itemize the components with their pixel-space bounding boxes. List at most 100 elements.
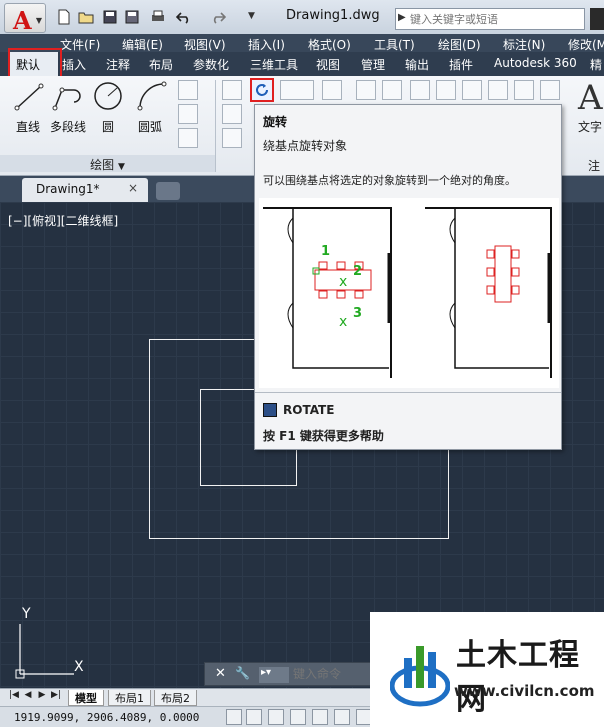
new-tab-button[interactable] [156, 182, 180, 200]
layer-tool-button-5[interactable] [462, 80, 482, 100]
tab-parametric[interactable]: 参数化 [193, 56, 229, 73]
close-icon[interactable]: × [128, 181, 138, 195]
infer-constraints-toggle[interactable] [226, 709, 242, 725]
menu-file[interactable]: 文件(F) [60, 36, 100, 53]
polar-toggle[interactable] [312, 709, 328, 725]
menu-dimension[interactable]: 标注(N) [503, 36, 545, 53]
move-tool-button[interactable] [222, 80, 242, 100]
application-menu-button[interactable]: A ▼ [4, 3, 46, 35]
tab-3d-tools[interactable]: 三维工具 [250, 56, 298, 73]
menu-edit[interactable]: 编辑(E) [122, 36, 163, 53]
open-folder-icon[interactable] [78, 9, 94, 25]
civilcn-logo-icon [390, 646, 450, 707]
trim-tool-button[interactable] [280, 80, 314, 100]
layer-tool-button-7[interactable] [514, 80, 534, 100]
command-line: ✕ 🔧 ▸▾ [204, 662, 372, 686]
first-tab-icon[interactable]: |◀ [8, 690, 20, 704]
new-file-icon[interactable] [56, 9, 72, 25]
layer-tool-button-3[interactable] [410, 80, 430, 100]
copy-tool-button[interactable] [222, 104, 242, 124]
print-icon[interactable] [150, 9, 166, 25]
tab-insert[interactable]: 插入 [62, 56, 86, 73]
polyline-tool-label[interactable]: 多段线 [50, 118, 86, 135]
layer-tool-button-2[interactable] [382, 80, 402, 100]
snap-toggle[interactable] [246, 709, 262, 725]
rotate-tooltip: 旋转 绕基点旋转对象 可以围绕基点将选定的对象旋转到一个绝对的角度。 x x 1… [254, 104, 562, 450]
tooltip-title: 旋转 [263, 115, 288, 129]
arc-tool-icon[interactable] [136, 80, 168, 112]
grid-toggle[interactable] [268, 709, 284, 725]
ucs-y-label: Y [22, 606, 31, 622]
watermark: 土木工程网 www.civilcn.com [370, 612, 604, 727]
draw-panel-title[interactable]: 绘图 ▼ [0, 155, 215, 172]
autocad-logo-icon: A [13, 6, 32, 35]
next-tab-icon[interactable]: ▶ [36, 690, 48, 704]
tab-manage[interactable]: 管理 [361, 56, 385, 73]
osnap-toggle[interactable] [334, 709, 350, 725]
layer-tool-button-1[interactable] [356, 80, 376, 100]
rotate-illustration-drawing: x x [263, 207, 552, 378]
panel-divider [215, 80, 216, 172]
search-scroll[interactable] [590, 8, 604, 30]
quick-access-customize-icon[interactable]: ▼ [248, 11, 255, 21]
arc-tool-label[interactable]: 圆弧 [138, 118, 162, 135]
menu-bar: 文件(F) 编辑(E) 视图(V) 插入(I) 格式(O) 工具(T) 绘图(D… [0, 34, 604, 52]
line-tool-label[interactable]: 直线 [16, 118, 40, 135]
ortho-toggle[interactable] [290, 709, 306, 725]
tab-output[interactable]: 输出 [405, 56, 429, 73]
menu-insert[interactable]: 插入(I) [248, 36, 285, 53]
circle-tool-icon[interactable] [92, 80, 124, 112]
tab-plugins[interactable]: 插件 [449, 56, 473, 73]
search-box[interactable]: ▶ [395, 8, 585, 30]
tab-layout2[interactable]: 布局2 [154, 690, 197, 706]
layer-tool-button-4[interactable] [436, 80, 456, 100]
close-icon[interactable]: ✕ [215, 666, 226, 681]
wrench-icon[interactable]: 🔧 [235, 666, 250, 680]
ucs-x-label: X [74, 659, 84, 675]
tab-view[interactable]: 视图 [316, 56, 340, 73]
menu-draw[interactable]: 绘图(D) [438, 36, 481, 53]
undo-icon[interactable] [176, 9, 192, 25]
text-tool-icon[interactable]: A [578, 78, 603, 118]
tab-featured[interactable]: 精 [590, 56, 602, 73]
line-tool-icon[interactable] [14, 82, 44, 112]
viewport-controls[interactable]: [−][俯视][二维线框] [8, 212, 118, 229]
text-tool-label[interactable]: 文字 [578, 118, 602, 135]
gradient-tool-button[interactable] [178, 128, 198, 148]
prev-tab-icon[interactable]: ◀ [22, 690, 34, 704]
menu-tools[interactable]: 工具(T) [374, 36, 415, 53]
cursor-coordinates[interactable]: 1919.9099, 2906.4089, 0.0000 [14, 711, 199, 724]
point-marker-2: 2 [353, 264, 363, 279]
tooltip-illustration: x x 1 2 3 [259, 198, 559, 388]
document-tab[interactable]: Drawing1* × [22, 178, 148, 202]
menu-modify[interactable]: 修改(M) [568, 36, 604, 53]
rotate-button[interactable] [250, 78, 274, 102]
save-as-icon[interactable] [124, 9, 140, 25]
chevron-right-icon: ▶ [398, 12, 406, 23]
tab-autodesk-360[interactable]: Autodesk 360 [494, 56, 577, 70]
redo-icon[interactable] [210, 9, 226, 25]
tab-annotate[interactable]: 注释 [106, 56, 130, 73]
hatch-tool-button[interactable] [178, 104, 198, 124]
erase-tool-button[interactable] [322, 80, 342, 100]
last-tab-icon[interactable]: ▶| [50, 690, 62, 704]
save-icon[interactable] [102, 9, 118, 25]
circle-tool-label[interactable]: 圆 [102, 118, 114, 135]
layer-tool-button-6[interactable] [488, 80, 508, 100]
svg-text:x: x [339, 314, 347, 330]
command-input[interactable] [293, 665, 371, 683]
watermark-url: www.civilcn.com [454, 682, 595, 700]
command-prompt-icon[interactable]: ▸▾ [259, 667, 289, 683]
tab-layout[interactable]: 布局 [149, 56, 173, 73]
polyline-tool-icon[interactable] [52, 82, 86, 112]
layer-tool-button-8[interactable] [540, 80, 560, 100]
tooltip-subtitle: 绕基点旋转对象 [263, 139, 348, 153]
tab-model[interactable]: 模型 [68, 690, 104, 706]
tab-layout1[interactable]: 布局1 [108, 690, 151, 706]
stretch-tool-button[interactable] [222, 128, 242, 148]
menu-format[interactable]: 格式(O) [308, 36, 351, 53]
document-tab-label: Drawing1* [36, 182, 100, 196]
menu-view[interactable]: 视图(V) [184, 36, 226, 53]
search-input[interactable] [410, 10, 580, 28]
rectangle-tool-button[interactable] [178, 80, 198, 100]
